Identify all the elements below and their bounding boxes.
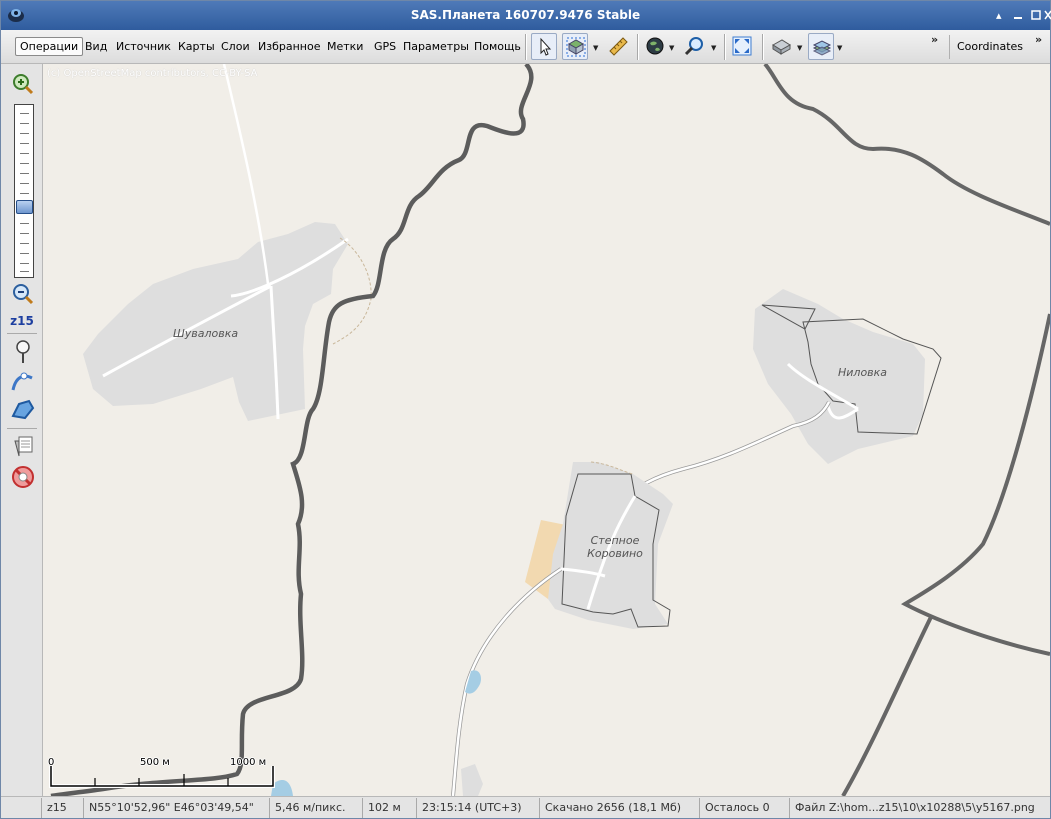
select-area-dropdown-icon[interactable]: ▼ xyxy=(593,44,598,52)
select-area-icon xyxy=(566,37,586,57)
place-label-stepnoe-korovino: Степное Коровино xyxy=(587,534,643,560)
delete-all-icon[interactable] xyxy=(10,464,36,490)
maximize-button[interactable] xyxy=(1028,7,1044,23)
help-window-button[interactable]: ▴ xyxy=(992,7,1008,23)
status-file-path: Файл Z:\hom...z15\10\x10288\5\y5167.png xyxy=(789,798,1050,818)
search-dropdown-icon[interactable]: ▼ xyxy=(711,44,716,52)
scale-label-end: 1000 м xyxy=(230,757,267,768)
scale-label-mid: 500 м xyxy=(140,757,170,768)
map-type-button[interactable] xyxy=(768,33,794,60)
map-sources-button[interactable] xyxy=(642,33,668,60)
placemark-pin-icon[interactable] xyxy=(10,339,36,365)
select-pointer-button[interactable] xyxy=(531,33,557,60)
toolbar-separator xyxy=(525,34,526,60)
divider xyxy=(7,333,37,334)
slider-tick xyxy=(20,243,29,244)
coordinates-label: Coordinates xyxy=(957,40,1024,53)
slider-tick xyxy=(20,193,29,194)
menu-operations[interactable]: Операции xyxy=(15,37,84,56)
coordinates-button[interactable]: Coordinates ▼ xyxy=(949,35,1029,76)
main-toolbar: Операции Вид Источник Карты Слои Избранн… xyxy=(1,30,1050,76)
menu-layers[interactable]: Слои xyxy=(221,40,250,53)
slider-tick xyxy=(20,223,29,224)
menu-favorites[interactable]: Избранное xyxy=(258,40,320,53)
window-title: SAS.Планета 160707.9476 Stable xyxy=(410,8,641,22)
status-remaining: Осталось 0 xyxy=(699,798,789,818)
slider-tick xyxy=(20,133,29,134)
title-bar[interactable]: SAS.Планета 160707.9476 Stable ▴ xyxy=(1,1,1051,30)
map-layer-icon xyxy=(772,39,791,55)
app-window: SAS.Планета 160707.9476 Stable ▴ Операци… xyxy=(0,0,1051,819)
status-resolution: 5,46 м/пикс. xyxy=(269,798,362,818)
toolbar-separator xyxy=(724,34,725,60)
zoom-in-icon[interactable] xyxy=(10,72,36,98)
map-sources-dropdown-icon[interactable]: ▼ xyxy=(669,44,674,52)
slider-tick xyxy=(20,173,29,174)
slider-tick xyxy=(20,233,29,234)
menu-placemarks[interactable]: Метки xyxy=(327,40,363,53)
fullscreen-icon xyxy=(732,36,752,56)
status-time: 23:15:14 (UTC+3) xyxy=(416,798,539,818)
ruler-button[interactable] xyxy=(605,33,631,60)
slider-tick xyxy=(20,113,29,114)
slider-tick xyxy=(20,153,29,154)
fullscreen-button[interactable] xyxy=(729,33,755,60)
slider-tick xyxy=(20,271,29,272)
path-draw-icon[interactable] xyxy=(10,368,36,394)
map-attribution: (c) OpenStreetMap contributors, CC-BY-SA xyxy=(47,68,258,79)
scale-label-zero: 0 xyxy=(48,757,55,768)
overlay-layers-dropdown-icon[interactable]: ▼ xyxy=(837,44,842,52)
globe-icon xyxy=(646,37,664,55)
search-icon xyxy=(684,37,703,56)
slider-tick xyxy=(20,123,29,124)
svg-text:▴: ▴ xyxy=(996,9,1002,22)
menu-help[interactable]: Помощь xyxy=(474,40,521,53)
menu-view[interactable]: Вид xyxy=(85,40,107,53)
polygon-draw-icon[interactable] xyxy=(10,397,36,423)
menu-source[interactable]: Источник xyxy=(116,40,171,53)
left-toolbar: z15 xyxy=(1,64,43,796)
toolbar-separator xyxy=(637,34,638,60)
menu-maps[interactable]: Карты xyxy=(178,40,215,53)
map-viewport[interactable]: (c) OpenStreetMap contributors, CC-BY-SA… xyxy=(43,64,1050,796)
minimize-button[interactable] xyxy=(1010,7,1026,23)
divider xyxy=(7,428,37,429)
overlay-layers-button[interactable] xyxy=(808,33,834,60)
status-downloaded: Скачано 2656 (18,1 Мб) xyxy=(539,798,699,818)
status-coordinates[interactable]: N55°10'52,96" E46°03'49,54" xyxy=(83,798,269,818)
map-canvas[interactable] xyxy=(43,64,1050,796)
zoom-level-label: z15 xyxy=(10,314,34,328)
status-zoom: z15 xyxy=(41,798,83,818)
close-button[interactable] xyxy=(1044,7,1051,23)
slider-tick xyxy=(20,183,29,184)
menu-gps[interactable]: GPS xyxy=(374,40,396,53)
status-elevation: 102 м xyxy=(362,798,416,818)
zoom-out-icon[interactable] xyxy=(10,282,36,308)
toolbar-separator xyxy=(762,34,763,60)
slider-tick xyxy=(20,263,29,264)
toolbar-overflow-icon[interactable]: » xyxy=(931,33,938,46)
place-label-shuvalovka: Шуваловка xyxy=(173,327,239,340)
zoom-slider-handle[interactable] xyxy=(16,200,33,214)
placemark-manager-icon[interactable] xyxy=(10,433,36,459)
pointer-icon xyxy=(540,37,552,56)
slider-tick xyxy=(20,253,29,254)
select-area-button[interactable] xyxy=(562,33,588,60)
ruler-icon xyxy=(609,37,628,56)
layers-icon xyxy=(812,40,832,56)
search-button[interactable] xyxy=(681,33,707,60)
zoom-slider[interactable] xyxy=(14,104,34,278)
toolbar-overflow-icon[interactable]: » xyxy=(1035,33,1042,46)
slider-tick xyxy=(20,143,29,144)
map-type-dropdown-icon[interactable]: ▼ xyxy=(797,44,802,52)
status-bar: z15 N55°10'52,96" E46°03'49,54" 5,46 м/п… xyxy=(1,796,1050,818)
menu-settings[interactable]: Параметры xyxy=(403,40,469,53)
slider-tick xyxy=(20,163,29,164)
place-label-nilovka: Ниловка xyxy=(838,366,888,379)
